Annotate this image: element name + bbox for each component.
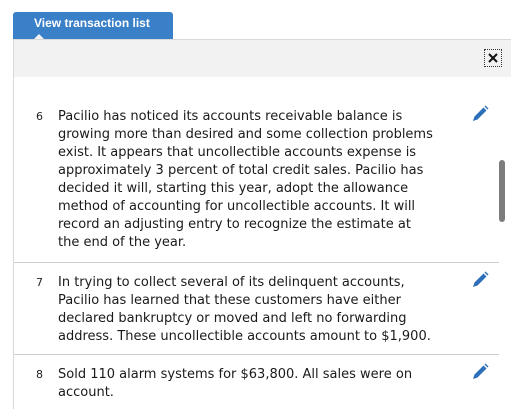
close-icon [488,53,498,63]
transaction-text: Sold 110 alarm systems for $63,800. All … [58,367,413,400]
transaction-text: Pacilio has noticed its accounts receiva… [58,109,433,250]
view-transaction-list-button[interactable]: View transaction list [13,12,173,40]
vertical-scrollbar-thumb[interactable] [499,160,505,222]
transaction-number: 6 [36,110,43,123]
transaction-item: 6 Pacilio has noticed its accounts recei… [14,77,499,263]
transaction-number: 8 [36,368,43,381]
transaction-page: View transaction list 6 Pacilio has noti… [0,0,511,409]
transaction-text: In trying to collect several of its deli… [58,275,431,344]
transaction-item: 8 Sold 110 alarm systems for $63,800. Al… [14,355,499,409]
panel-header [14,40,511,77]
transaction-item: 7 In trying to collect several of its de… [14,263,499,355]
close-button[interactable] [484,49,502,67]
pencil-icon[interactable] [470,362,490,382]
pencil-icon[interactable] [470,270,490,290]
view-transaction-list-label: View transaction list [34,16,150,30]
transaction-panel: 6 Pacilio has noticed its accounts recei… [13,39,511,409]
transaction-number: 7 [36,276,43,289]
pencil-icon[interactable] [470,104,490,124]
